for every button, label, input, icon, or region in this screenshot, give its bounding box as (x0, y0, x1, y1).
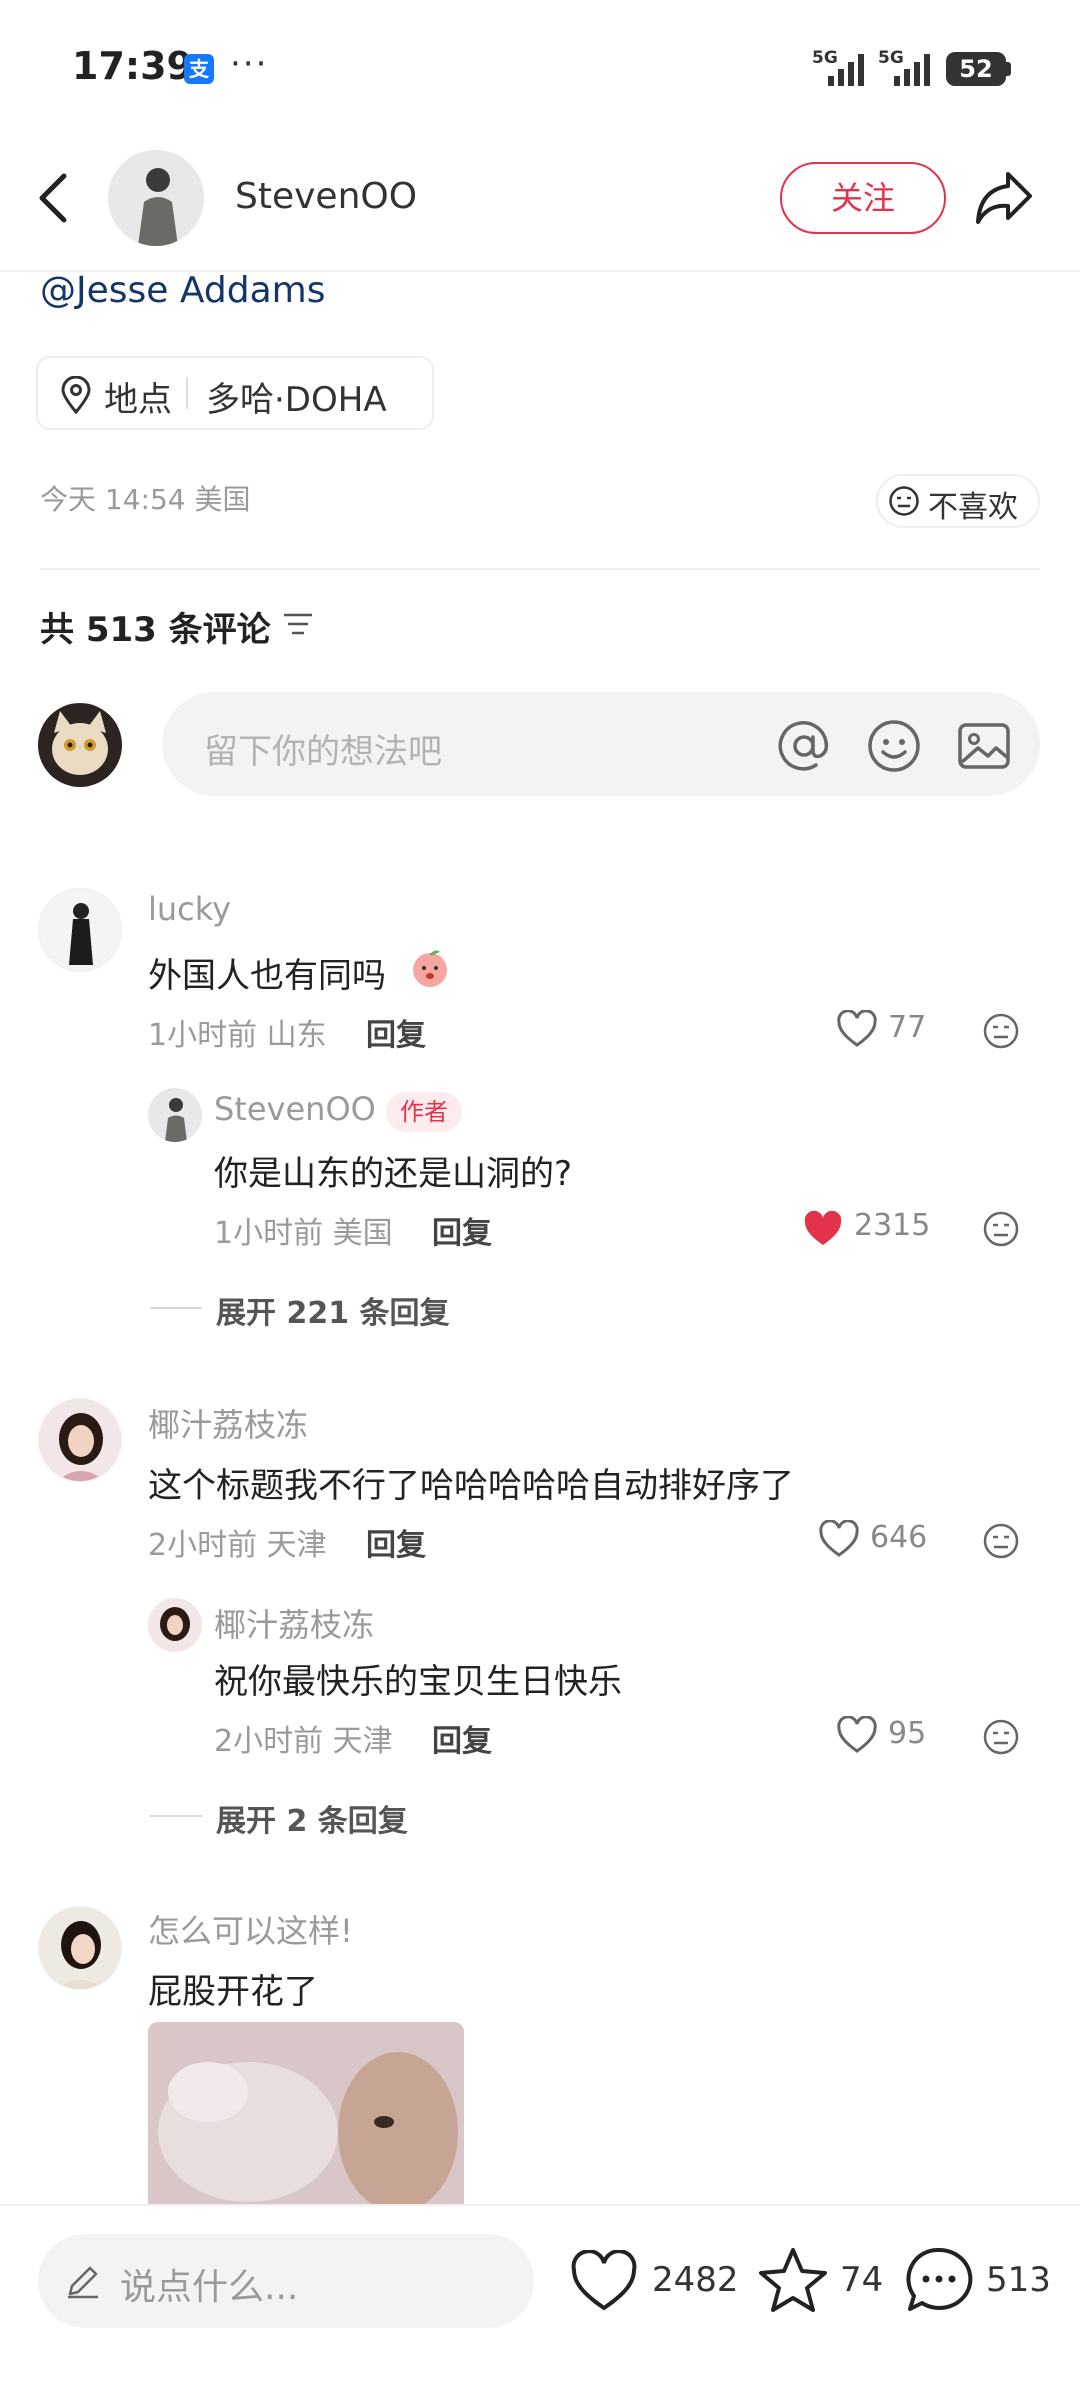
meh-face-icon (889, 486, 919, 516)
reply-avatar[interactable] (148, 1088, 202, 1142)
comment-text: 屁股开花了 (148, 1972, 318, 2012)
comment-image[interactable] (148, 2022, 464, 2212)
reply-button[interactable]: 回复 (432, 1208, 492, 1252)
mention-at-icon[interactable] (776, 718, 832, 774)
author-avatar[interactable] (108, 150, 204, 246)
status-time: 17:39 (72, 44, 193, 88)
signal-icon (828, 54, 864, 86)
like-count: 646 (870, 1520, 928, 1555)
reply-button[interactable]: 回复 (432, 1716, 492, 1760)
dislike-label: 不喜欢 (928, 490, 1018, 525)
like-post-icon[interactable] (570, 2250, 638, 2312)
reply-text: 祝你最快乐的宝贝生日快乐 (214, 1662, 622, 1702)
like-icon[interactable] (818, 1520, 860, 1558)
liked-heart-icon[interactable] (802, 1210, 844, 1248)
author-name[interactable]: StevenOO (235, 176, 417, 217)
follow-button[interactable]: 关注 (780, 162, 946, 234)
like-icon[interactable] (836, 1716, 878, 1754)
expand-divider (150, 1307, 202, 1309)
like-count: 95 (888, 1716, 927, 1751)
comment-username[interactable]: lucky (148, 890, 231, 928)
back-icon[interactable] (36, 172, 72, 224)
location-pin-icon (61, 376, 91, 414)
comment-meta: 1小时前 山东 (148, 1018, 327, 1053)
signal-icon-2 (894, 54, 930, 86)
comment-bubble-icon[interactable] (904, 2246, 974, 2314)
meh-face-icon[interactable] (982, 1522, 1020, 1560)
battery-tip (1006, 62, 1011, 76)
post-divider (40, 568, 1040, 570)
favorite-star-icon[interactable] (758, 2246, 828, 2314)
reply-meta: 1小时前 美国 (214, 1216, 393, 1251)
battery-indicator: 52 (946, 52, 1006, 86)
post-like-count: 2482 (652, 2260, 739, 2300)
post-comment-count: 513 (986, 2260, 1051, 2300)
my-avatar[interactable] (38, 703, 122, 787)
reply-avatar[interactable] (148, 1598, 202, 1652)
author-badge: 作者 (386, 1092, 462, 1132)
reply-button[interactable]: 回复 (366, 1520, 426, 1564)
location-label: 地点 (104, 380, 172, 420)
like-icon[interactable] (836, 1010, 878, 1048)
reply-text: 你是山东的还是山洞的? (214, 1154, 573, 1194)
say-something-placeholder: 说点什么... (120, 2267, 299, 2308)
share-icon[interactable] (972, 168, 1034, 228)
mention-link[interactable]: @Jesse Addams (40, 270, 325, 311)
comment-avatar[interactable] (38, 1906, 122, 1990)
comment-avatar[interactable] (38, 1398, 122, 1482)
expand-replies-button[interactable]: 展开 2 条回复 (216, 1796, 408, 1840)
meh-face-icon[interactable] (982, 1210, 1020, 1248)
comment-text: 外国人也有同吗 (148, 956, 386, 996)
expand-divider (150, 1815, 202, 1817)
peach-face-emoji-icon (413, 950, 447, 987)
sort-filter-icon[interactable] (282, 610, 314, 638)
location-place: 多哈·DOHA (206, 380, 387, 420)
comment-input-placeholder: 留下你的想法吧 (204, 732, 442, 772)
comment-count: 共 513 条评论 (40, 610, 271, 650)
emoji-icon[interactable] (866, 718, 922, 774)
comment-avatar[interactable] (38, 888, 122, 972)
post-time: 今天 14:54 美国 (40, 483, 251, 516)
post-favorite-count: 74 (840, 2260, 884, 2300)
meh-face-icon[interactable] (982, 1718, 1020, 1756)
alipay-icon: 支 (184, 54, 214, 84)
like-count: 77 (888, 1010, 927, 1045)
expand-replies-button[interactable]: 展开 221 条回复 (216, 1288, 450, 1332)
more-notifications-icon: ··· (230, 44, 269, 84)
reply-username[interactable]: 椰汁荔枝冻 (214, 1600, 374, 1646)
comment-meta: 2小时前 天津 (148, 1528, 327, 1563)
comment-text: 这个标题我不行了哈哈哈哈哈自动排好序了 (148, 1466, 794, 1506)
reply-button[interactable]: 回复 (366, 1010, 426, 1054)
comment-username[interactable]: 椰汁荔枝冻 (148, 1400, 308, 1446)
like-count: 2315 (854, 1208, 931, 1243)
location-separator (186, 377, 188, 409)
comment-username[interactable]: 怎么可以这样! (148, 1906, 353, 1952)
reply-meta: 2小时前 天津 (214, 1724, 393, 1759)
meh-face-icon[interactable] (982, 1012, 1020, 1050)
image-icon[interactable] (956, 718, 1012, 774)
reply-username[interactable]: StevenOO (214, 1090, 376, 1128)
pencil-icon (68, 2266, 98, 2299)
